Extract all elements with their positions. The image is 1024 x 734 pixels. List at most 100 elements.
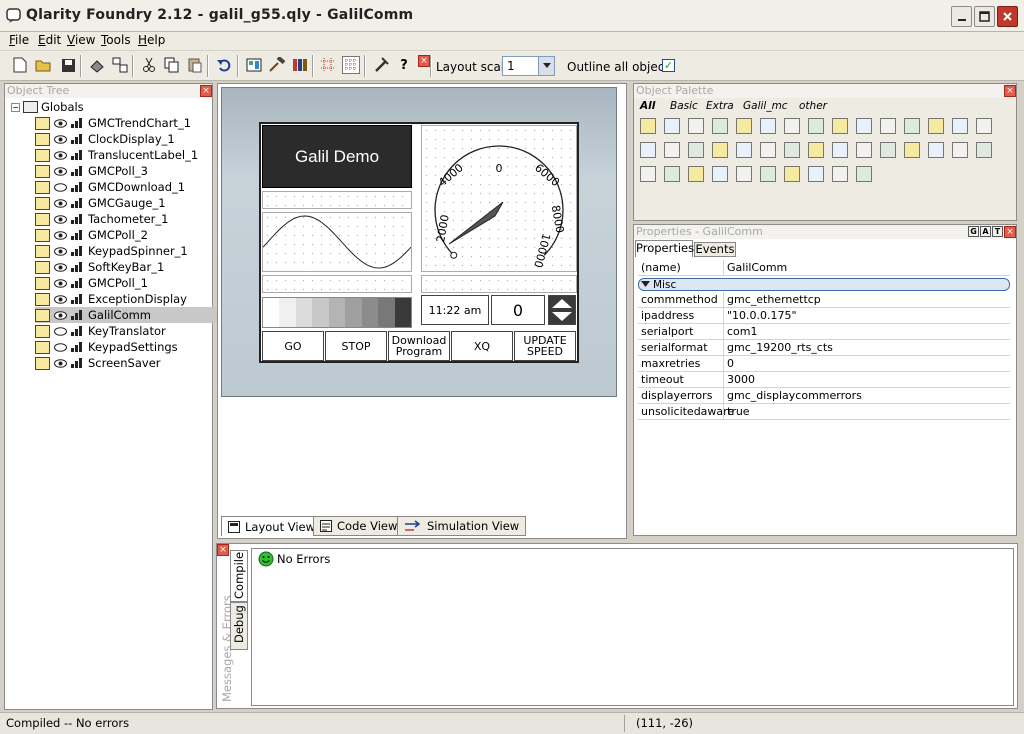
eye-icon[interactable]	[54, 342, 67, 352]
menu-tools[interactable]: Tools	[101, 33, 131, 47]
tree-item[interactable]: SoftKeyBar_1	[35, 259, 245, 275]
group-view-button[interactable]: G	[968, 226, 979, 237]
property-row-displayerrors[interactable]: displayerrors gmc_displaycommerrors	[638, 388, 1010, 404]
eye-icon[interactable]	[54, 294, 67, 304]
build-icon[interactable]	[88, 56, 106, 74]
go-button[interactable]: GO	[262, 331, 324, 361]
stop-button[interactable]: STOP	[325, 331, 387, 361]
tree-item[interactable]: GMCPoll_3	[35, 163, 245, 179]
eye-icon[interactable]	[54, 182, 67, 192]
ellipse-icon[interactable]	[904, 142, 920, 158]
property-value[interactable]: 0	[724, 357, 734, 370]
tree-item[interactable]: ClockDisplay_1	[35, 131, 245, 147]
update-speed-button[interactable]: UPDATE SPEED	[514, 331, 576, 361]
gauge-icon[interactable]	[808, 118, 824, 134]
window-icon[interactable]	[904, 118, 920, 134]
tree-item[interactable]: Tachometer_1	[35, 211, 245, 227]
copy-icon[interactable]	[163, 56, 181, 74]
layout-icon[interactable]	[952, 118, 968, 134]
eye-icon[interactable]	[54, 246, 67, 256]
rectangle-icon[interactable]	[640, 166, 656, 182]
tab-properties[interactable]: Properties	[635, 240, 694, 257]
layout-icon[interactable]	[245, 56, 263, 74]
chevron-down-icon[interactable]	[538, 57, 554, 75]
snap-grid-icon[interactable]	[319, 56, 337, 74]
comm-icon[interactable]	[784, 166, 800, 182]
eye-icon[interactable]	[54, 134, 67, 144]
trend-chart[interactable]	[262, 212, 412, 272]
tachometer-icon[interactable]	[760, 142, 776, 158]
tab-layout-view[interactable]: Layout View	[221, 516, 323, 536]
line-icon[interactable]	[952, 142, 968, 158]
clock-icon[interactable]	[784, 142, 800, 158]
screensaver-gradient[interactable]	[262, 297, 412, 328]
library-icon[interactable]	[291, 56, 309, 74]
eye-icon[interactable]	[54, 310, 67, 320]
tree-root[interactable]: − Globals	[11, 100, 84, 114]
close-messages-icon[interactable]: ×	[217, 544, 229, 556]
list-icon[interactable]	[856, 118, 872, 134]
property-row-maxretries[interactable]: maxretries 0	[638, 356, 1010, 372]
close-window-button[interactable]	[997, 6, 1018, 27]
eye-icon[interactable]	[54, 326, 67, 336]
eye-icon[interactable]	[54, 166, 67, 176]
show-grid-icon[interactable]	[342, 56, 360, 74]
panel-icon[interactable]	[736, 118, 752, 134]
key-icon[interactable]	[880, 118, 896, 134]
gear-icon[interactable]	[856, 166, 872, 182]
eye-icon[interactable]	[54, 230, 67, 240]
tree-item[interactable]: GMCTrendChart_1	[35, 115, 245, 131]
collapse-icon[interactable]: −	[11, 102, 20, 112]
property-value[interactable]: "10.0.0.175"	[724, 309, 797, 322]
tree-item[interactable]: GalilComm	[35, 307, 245, 323]
eye-icon[interactable]	[54, 198, 67, 208]
palette-tab-all[interactable]: All	[640, 100, 655, 114]
bar-icon[interactable]	[688, 142, 704, 158]
property-value[interactable]: GalilComm	[724, 261, 787, 274]
grid-icon[interactable]	[712, 118, 728, 134]
dependency-icon[interactable]	[111, 56, 129, 74]
menu-help[interactable]: Help	[138, 33, 165, 47]
softkey-icon[interactable]	[712, 166, 728, 182]
property-row-serialport[interactable]: serialport com1	[638, 324, 1010, 340]
keypad-icon[interactable]	[736, 142, 752, 158]
property-row-name[interactable]: (name) GalilComm	[638, 260, 1010, 276]
bar-chart-icon[interactable]	[784, 118, 800, 134]
scope-icon[interactable]	[808, 166, 824, 182]
property-value[interactable]: 3000	[724, 373, 755, 386]
minimize-button[interactable]	[951, 6, 972, 27]
screensaver-icon[interactable]	[832, 166, 848, 182]
number-icon[interactable]	[712, 142, 728, 158]
tree-icon[interactable]	[832, 118, 848, 134]
palette-tab-galil_mc[interactable]: Galil_mc	[743, 100, 788, 114]
type-view-button[interactable]: T	[992, 226, 1003, 237]
arrow-icon[interactable]	[832, 142, 848, 158]
tree-item[interactable]: GMCPoll_1	[35, 275, 245, 291]
property-row-unsolicitedaware[interactable]: unsolicitedaware true	[638, 404, 1010, 420]
text-icon[interactable]	[928, 118, 944, 134]
tab-compile[interactable]: Compile	[230, 550, 248, 602]
tab-simulation-view[interactable]: Simulation View	[397, 516, 527, 536]
warning-icon[interactable]	[760, 118, 776, 134]
display-icon[interactable]	[880, 142, 896, 158]
eye-icon[interactable]	[54, 214, 67, 224]
property-group-misc[interactable]: Misc	[638, 278, 1010, 291]
tree-item[interactable]: KeyTranslator	[35, 323, 245, 339]
tree-item[interactable]: GMCPoll_2	[35, 227, 245, 243]
tree-item[interactable]: ExceptionDisplay	[35, 291, 245, 307]
eye-icon[interactable]	[54, 358, 67, 368]
tree-item[interactable]: KeypadSpinner_1	[35, 243, 245, 259]
pointer-icon[interactable]	[640, 118, 656, 134]
property-row-serialformat[interactable]: serialformat gmc_19200_rts_cts	[638, 340, 1010, 356]
close-object-tree-icon[interactable]: ×	[200, 85, 212, 97]
tab-events[interactable]: Events	[694, 242, 736, 257]
download-icon[interactable]	[688, 166, 704, 182]
eye-icon[interactable]	[54, 278, 67, 288]
save-icon[interactable]	[59, 56, 77, 74]
open-folder-icon[interactable]	[35, 56, 53, 74]
hammer-build-icon[interactable]	[268, 56, 286, 74]
timer-icon[interactable]	[760, 166, 776, 182]
eye-icon[interactable]	[54, 118, 67, 128]
property-value[interactable]: gmc_ethernettcp	[724, 293, 821, 306]
poll-tile-3[interactable]	[262, 191, 412, 209]
